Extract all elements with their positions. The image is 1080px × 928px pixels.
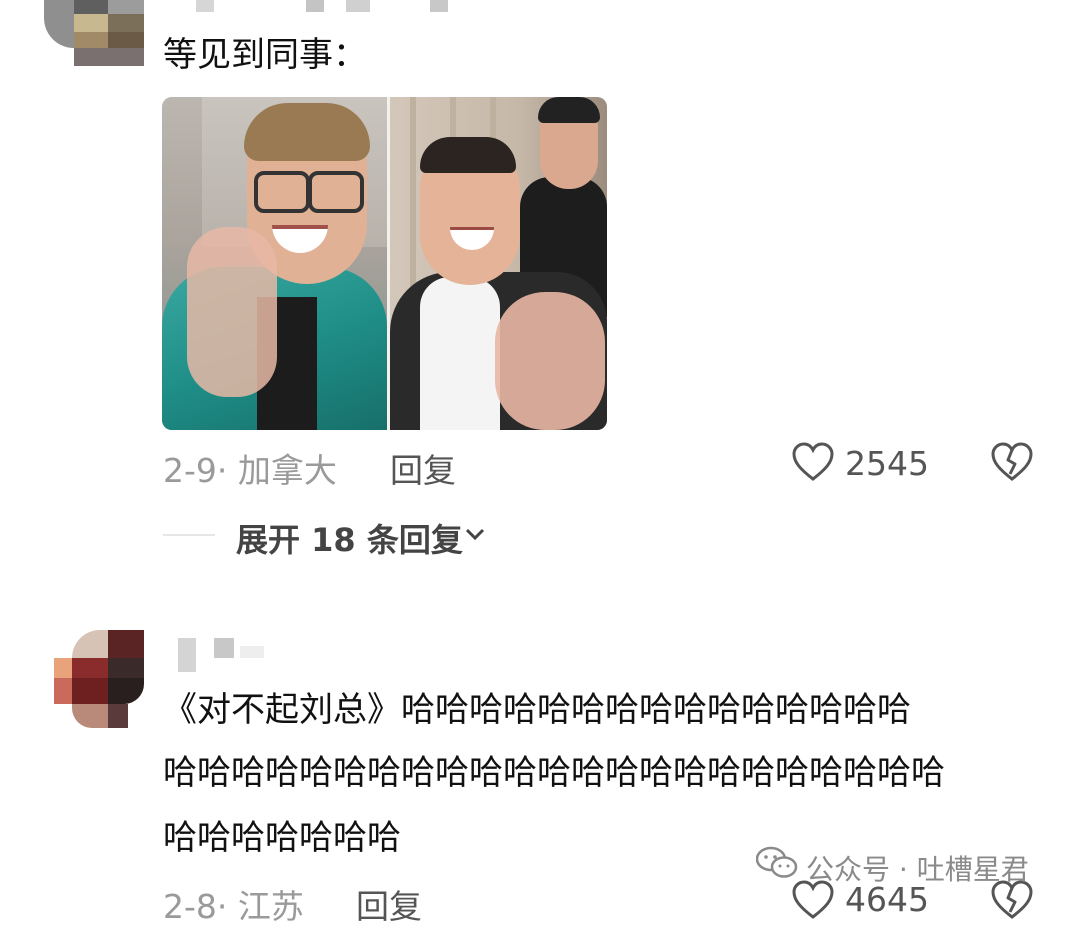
avatar[interactable] [44, 0, 144, 66]
username[interactable] [178, 638, 278, 674]
watermark-text: 公众号 · 吐槽星君 [806, 853, 1029, 886]
expand-replies-button[interactable]: 展开 18 条回复 [236, 515, 463, 561]
comment-meta: 2-8· 江苏 [163, 887, 304, 926]
comment-text-line-1: 《对不起刘总》哈哈哈哈哈哈哈哈哈哈哈哈哈哈哈 [163, 690, 911, 730]
avatar[interactable] [54, 630, 144, 728]
photo-left-panel [162, 97, 387, 430]
comment-image[interactable] [162, 97, 607, 430]
username[interactable] [196, 0, 456, 14]
chevron-down-icon[interactable] [463, 526, 487, 544]
photo-right-panel [390, 97, 607, 430]
comment-meta: 2-9· 加拿大 [163, 451, 337, 490]
reply-button[interactable]: 回复 [356, 880, 422, 928]
divider [163, 534, 215, 536]
heart-icon[interactable] [792, 442, 834, 482]
wechat-icon [756, 846, 798, 878]
broken-heart-icon[interactable] [991, 442, 1033, 482]
reply-button[interactable]: 回复 [390, 444, 456, 492]
comment-text-line-3: 哈哈哈哈哈哈哈 [163, 818, 401, 858]
like-count: 2545 [845, 444, 929, 483]
comment-text: 等见到同事： [163, 35, 367, 75]
comment-text-line-2: 哈哈哈哈哈哈哈哈哈哈哈哈哈哈哈哈哈哈哈哈哈哈哈 [163, 753, 945, 793]
